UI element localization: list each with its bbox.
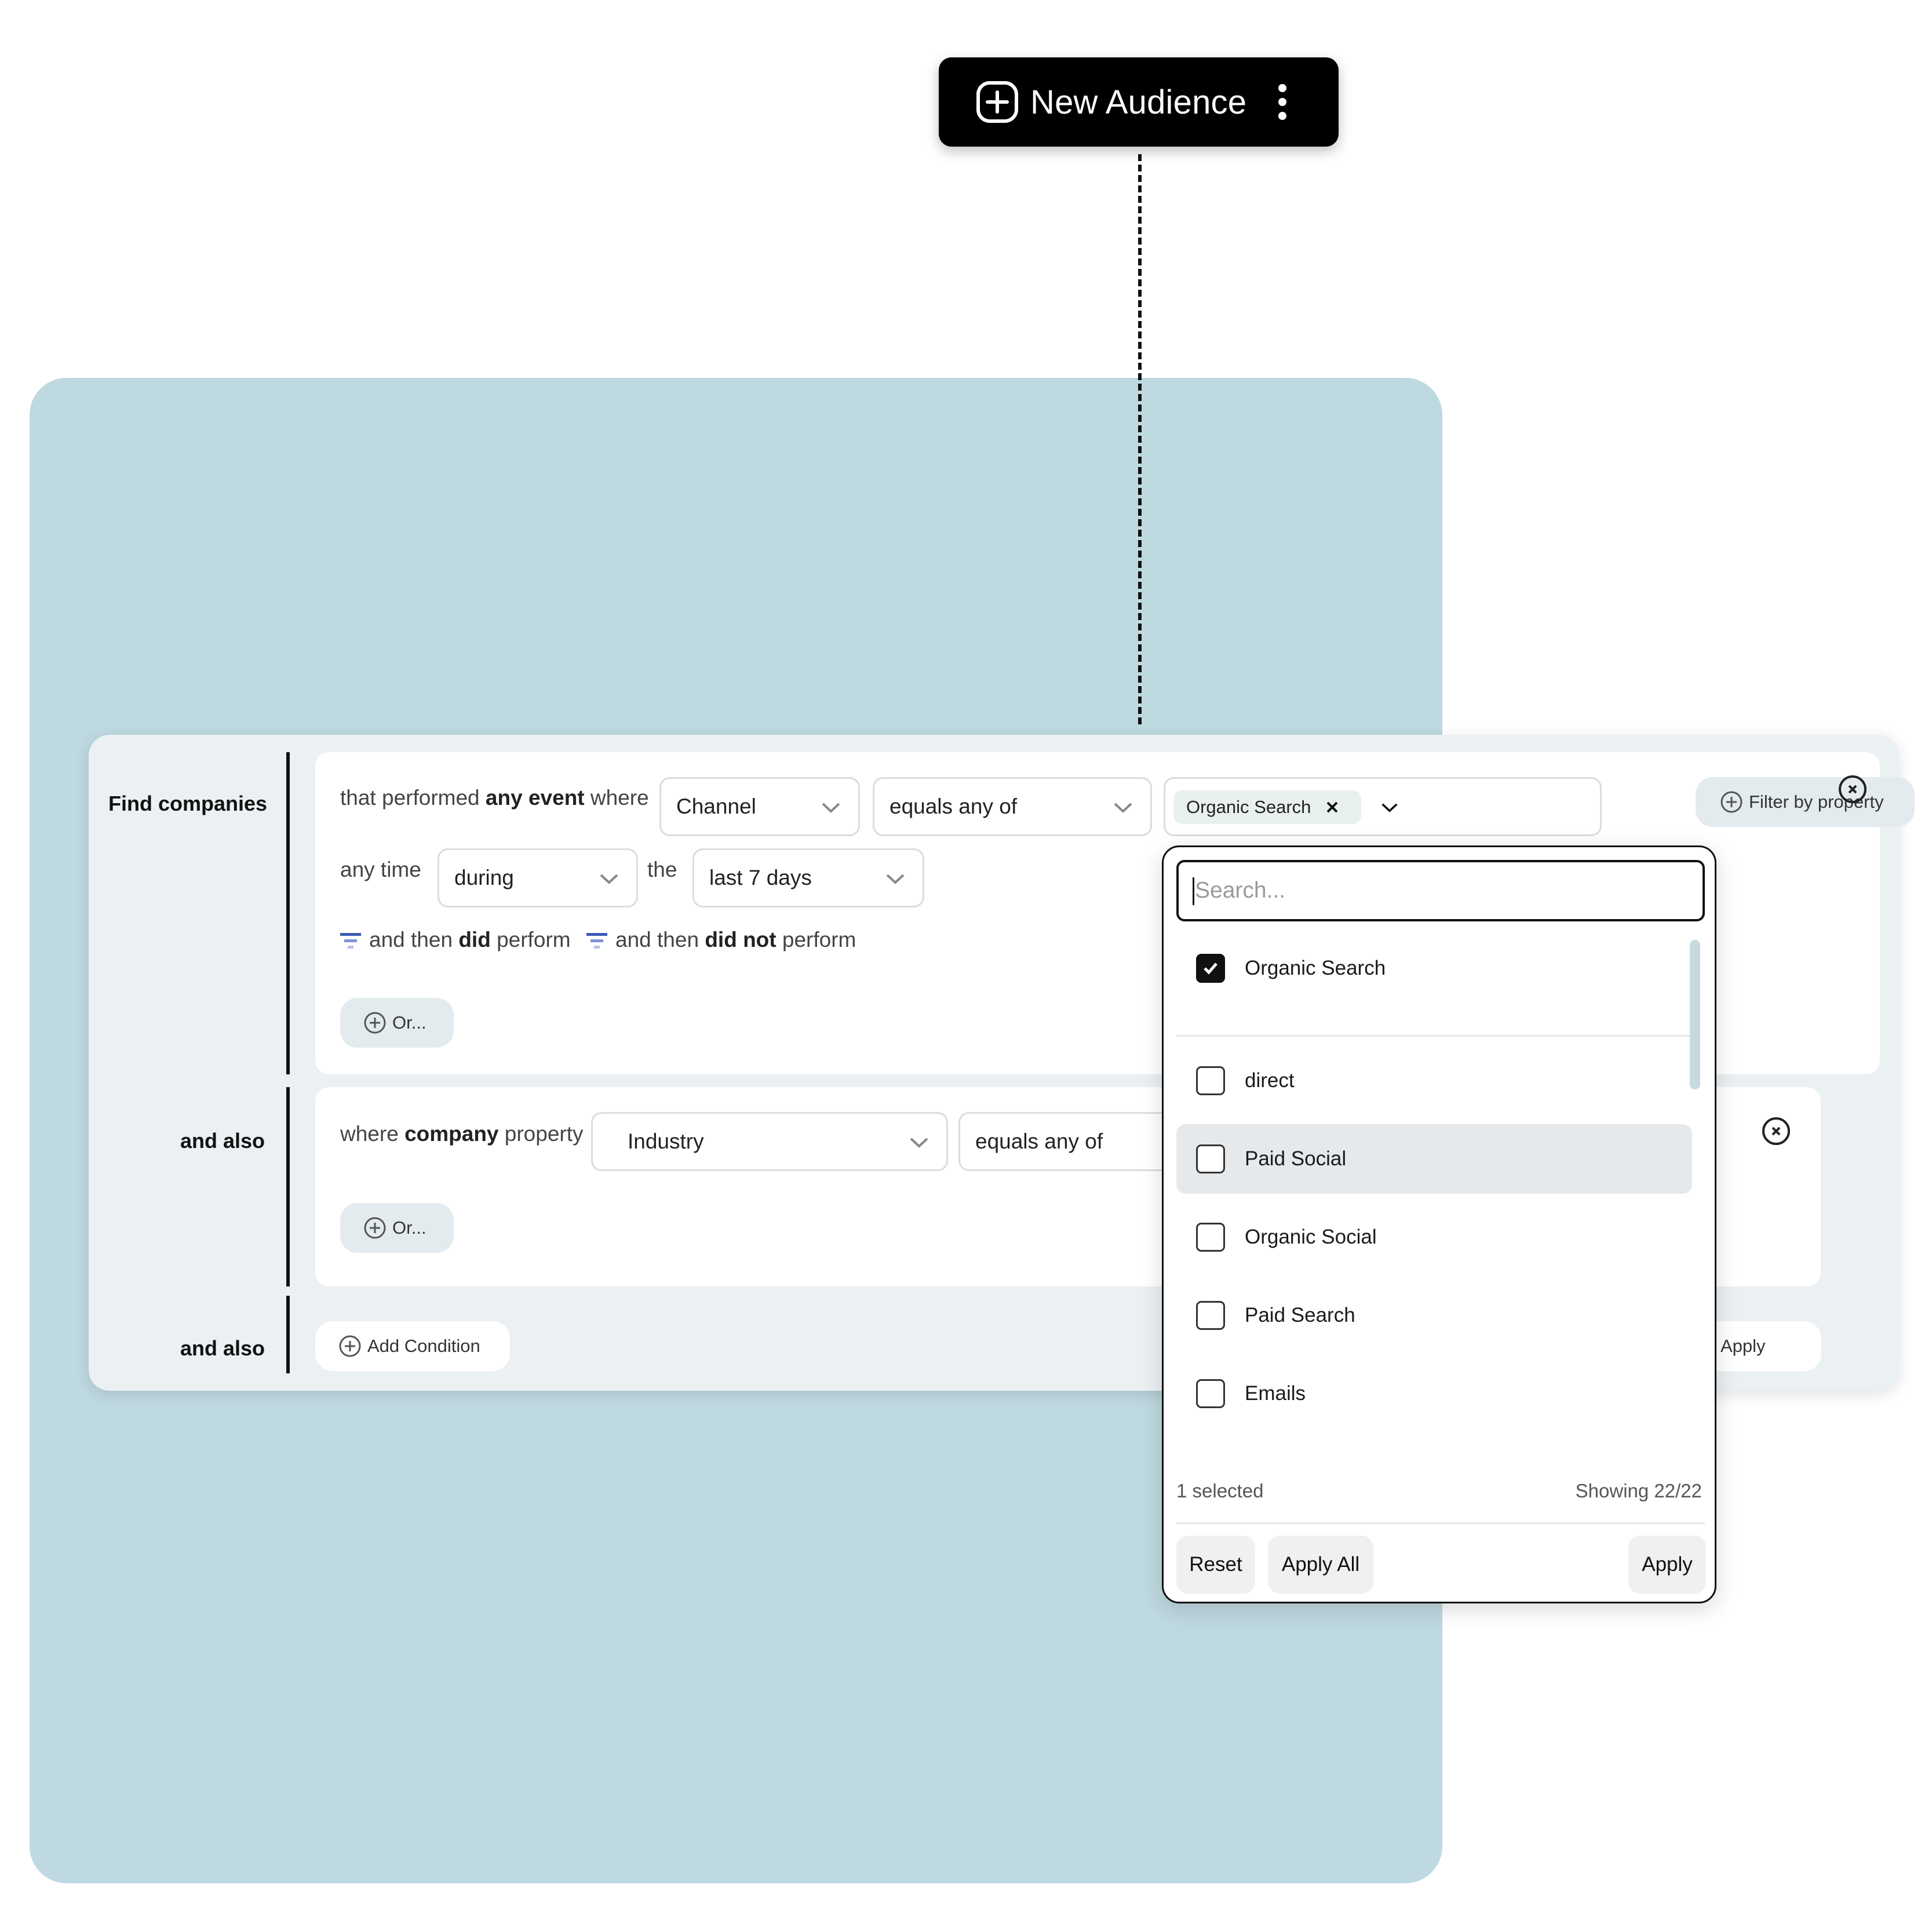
values-multiselect[interactable]: Organic Search	[1164, 777, 1602, 836]
event-sentence: that performed any event where	[340, 786, 649, 810]
checkbox[interactable]	[1196, 1144, 1225, 1173]
check-icon	[1204, 963, 1217, 975]
section-bar	[286, 752, 290, 1074]
during-select-value: during	[454, 866, 514, 890]
or-button-label: Or...	[392, 1217, 427, 1238]
divider	[1176, 1522, 1705, 1524]
apply-button[interactable]: Apply	[1628, 1536, 1706, 1594]
chevron-down-icon	[600, 874, 618, 884]
add-condition-label: Add Condition	[367, 1336, 480, 1356]
industry-select[interactable]: Industry	[591, 1112, 948, 1171]
option-label: Paid Social	[1245, 1147, 1347, 1170]
close-icon[interactable]	[1761, 1116, 1791, 1146]
plus-circle-icon	[364, 1012, 386, 1034]
new-audience-label: New Audience	[1030, 83, 1247, 121]
close-icon[interactable]	[1838, 774, 1868, 804]
chevron-down-icon	[822, 803, 840, 813]
plus-circle-icon	[1720, 791, 1743, 813]
add-condition-button[interactable]: Add Condition	[315, 1321, 510, 1371]
option-label: Organic Search	[1245, 957, 1386, 979]
option-organic-social[interactable]: Organic Social	[1176, 1202, 1692, 1272]
channel-select[interactable]: Channel	[659, 777, 860, 836]
industry-select-value: Industry	[628, 1129, 704, 1153]
and-also-label: and also	[180, 1336, 265, 1360]
search-placeholder: Search...	[1195, 878, 1286, 903]
option-label: Organic Social	[1245, 1226, 1377, 1248]
chevron-down-icon	[1114, 803, 1132, 813]
or-button[interactable]: Or...	[340, 998, 454, 1048]
option-organic-search[interactable]: Organic Search	[1176, 934, 1692, 1003]
option-emails[interactable]: Emails	[1176, 1359, 1692, 1428]
selected-count: 1 selected	[1176, 1480, 1264, 1501]
plus-circle-icon	[339, 1335, 361, 1357]
funnel-icon	[340, 933, 361, 949]
option-paid-social[interactable]: Paid Social	[1176, 1124, 1692, 1194]
selected-tag: Organic Search	[1173, 790, 1361, 824]
checkbox[interactable]	[1196, 1223, 1225, 1252]
or-button[interactable]: Or...	[340, 1203, 454, 1253]
plus-circle-icon	[976, 81, 1018, 123]
option-direct[interactable]: direct	[1176, 1046, 1692, 1116]
reset-button[interactable]: Reset	[1176, 1536, 1255, 1594]
apply-label: Apply	[1720, 1336, 1766, 1356]
and-also-label: and also	[180, 1129, 265, 1153]
then-did-perform-link[interactable]: and then did perform	[340, 928, 571, 952]
filter-by-property-button[interactable]: Filter by property	[1696, 777, 1915, 827]
chevron-down-icon	[910, 1138, 928, 1148]
during-select[interactable]: during	[438, 848, 638, 907]
checkbox-checked[interactable]	[1196, 954, 1225, 983]
remove-tag-icon[interactable]	[1326, 801, 1339, 814]
option-label: Paid Search	[1245, 1304, 1355, 1326]
checkbox[interactable]	[1196, 1066, 1225, 1095]
kebab-icon[interactable]	[1277, 83, 1288, 121]
chevron-down-icon[interactable]	[1381, 802, 1398, 814]
operator-select-value: equals any of	[975, 1129, 1103, 1153]
divider	[1176, 1035, 1692, 1037]
option-label: Emails	[1245, 1382, 1306, 1405]
checkbox[interactable]	[1196, 1379, 1225, 1408]
scrollbar[interactable]	[1690, 940, 1700, 1089]
date-range-select[interactable]: last 7 days	[692, 848, 924, 907]
apply-all-button[interactable]: Apply All	[1268, 1536, 1373, 1594]
list-item[interactable]	[1176, 1798, 1692, 1867]
the-label: the	[647, 858, 677, 881]
any-time-label: any time	[340, 858, 421, 881]
new-audience-button[interactable]: New Audience	[939, 57, 1339, 147]
option-paid-search[interactable]: Paid Search	[1176, 1281, 1692, 1350]
operator-select[interactable]: equals any of	[873, 777, 1152, 836]
text-caret	[1193, 877, 1194, 905]
connector-line	[1138, 154, 1142, 724]
operator-select-value: equals any of	[890, 794, 1018, 818]
search-input[interactable]: Search...	[1176, 860, 1705, 921]
option-label: direct	[1245, 1069, 1295, 1092]
company-property-sentence: where company property	[340, 1122, 584, 1146]
values-dropdown: Search... Organic Search direct Paid Soc…	[1162, 845, 1716, 1603]
checkbox[interactable]	[1196, 1301, 1225, 1330]
operator-select[interactable]: equals any of	[958, 1112, 1190, 1171]
date-range-value: last 7 days	[709, 866, 812, 890]
or-button-label: Or...	[392, 1012, 427, 1033]
plus-circle-icon	[364, 1217, 386, 1239]
section-bar	[286, 1087, 290, 1286]
funnel-icon	[586, 933, 607, 949]
section-bar	[286, 1296, 290, 1373]
then-did-not-perform-link[interactable]: and then did not perform	[586, 928, 856, 952]
find-companies-label: Find companies	[108, 792, 268, 815]
channel-select-value: Channel	[676, 794, 756, 818]
selected-tag-label: Organic Search	[1186, 797, 1311, 817]
showing-count: Showing 22/22	[1575, 1480, 1702, 1501]
chevron-down-icon	[886, 874, 905, 884]
